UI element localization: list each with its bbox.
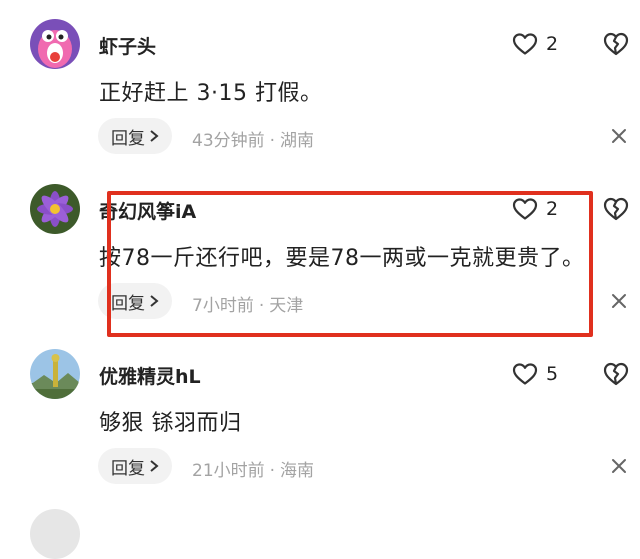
comment-text: 按78一斤还行吧，要是78一两或一克就更贵了。 <box>99 246 585 271</box>
comment-time: 21小时前 <box>192 461 265 481</box>
comment-meta: 21小时前 · 海南 <box>192 456 314 481</box>
like-button[interactable]: 2 <box>512 31 558 57</box>
close-icon <box>612 294 626 308</box>
meta-separator: · <box>269 461 276 481</box>
broken-heart-icon <box>603 197 629 221</box>
avatar[interactable] <box>30 349 80 399</box>
purple-lotus-avatar-icon <box>30 184 80 234</box>
close-button[interactable] <box>610 457 628 475</box>
username[interactable]: 虾子头 <box>99 32 156 59</box>
chevron-right-icon <box>150 295 159 307</box>
pink-cartoon-avatar-icon <box>30 19 80 69</box>
avatar[interactable] <box>30 19 80 69</box>
meta-separator: · <box>258 296 265 316</box>
broken-heart-icon <box>603 362 629 386</box>
comment-item: 奇幻风筝iA 2 按78一斤还行吧，要是78一两或一克就更贵了。 回复 7小时前… <box>0 165 640 330</box>
landscape-avatar-icon <box>30 349 80 399</box>
comment-text: 正好赶上 3·15 打假。 <box>99 81 323 106</box>
dislike-button[interactable] <box>603 31 629 61</box>
broken-heart-icon <box>603 32 629 56</box>
like-count: 2 <box>546 33 559 55</box>
comment-text: 够狠 铩羽而归 <box>99 411 242 436</box>
chevron-right-icon <box>150 130 159 142</box>
close-button[interactable] <box>610 127 628 145</box>
meta-separator: · <box>269 131 276 151</box>
like-button[interactable]: 2 <box>512 196 558 222</box>
comment-meta: 7小时前 · 天津 <box>192 291 303 316</box>
chevron-right-icon <box>150 460 159 472</box>
username[interactable]: 奇幻风筝iA <box>99 197 196 224</box>
like-count: 5 <box>546 363 559 385</box>
close-button[interactable] <box>610 292 628 310</box>
avatar[interactable] <box>30 509 80 559</box>
dislike-button[interactable] <box>603 196 629 226</box>
reply-label: 回复 <box>111 128 145 149</box>
reply-button[interactable]: 回复 <box>98 118 172 154</box>
comment-time: 43分钟前 <box>192 131 265 151</box>
dislike-button[interactable] <box>603 361 629 391</box>
like-button[interactable]: 5 <box>512 361 558 387</box>
reply-label: 回复 <box>111 293 145 314</box>
reply-label: 回复 <box>111 458 145 479</box>
comment-location: 天津 <box>269 296 304 316</box>
comment-item: 优雅精灵hL 5 够狠 铩羽而归 回复 21小时前 · 海南 <box>0 330 640 495</box>
close-icon <box>612 459 626 473</box>
like-count: 2 <box>546 198 559 220</box>
heart-icon <box>512 363 538 385</box>
reply-button[interactable]: 回复 <box>98 283 172 319</box>
heart-icon <box>512 33 538 55</box>
reply-button[interactable]: 回复 <box>98 448 172 484</box>
comment-time: 7小时前 <box>192 296 254 316</box>
username[interactable]: 优雅精灵hL <box>99 362 201 389</box>
comment-item: 虾子头 2 正好赶上 3·15 打假。 回复 43分钟前 · 湖南 <box>0 0 640 165</box>
avatar[interactable] <box>30 184 80 234</box>
comment-location: 湖南 <box>280 131 315 151</box>
comment-meta: 43分钟前 · 湖南 <box>192 126 314 151</box>
comment-location: 海南 <box>280 461 315 481</box>
close-icon <box>612 129 626 143</box>
heart-icon <box>512 198 538 220</box>
